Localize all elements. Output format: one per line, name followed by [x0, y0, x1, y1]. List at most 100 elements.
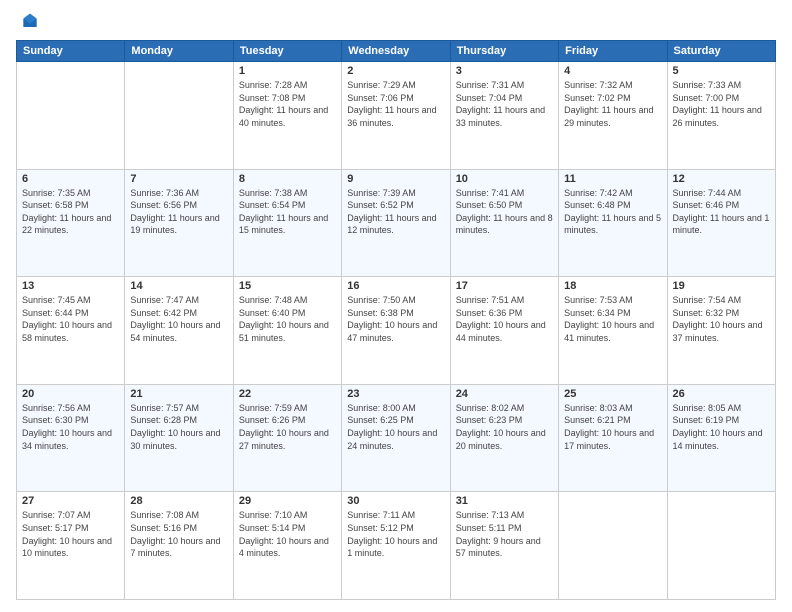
day-number: 29: [239, 495, 336, 507]
day-number: 6: [22, 173, 119, 185]
day-info: Sunrise: 7:31 AM Sunset: 7:04 PM Dayligh…: [456, 79, 553, 129]
day-info: Sunrise: 8:02 AM Sunset: 6:23 PM Dayligh…: [456, 402, 553, 452]
day-number: 14: [130, 280, 227, 292]
weekday-header: Wednesday: [342, 41, 450, 62]
weekday-header: Tuesday: [233, 41, 341, 62]
day-number: 18: [564, 280, 661, 292]
calendar-week-row: 1 Sunrise: 7:28 AM Sunset: 7:08 PM Daylig…: [17, 62, 776, 170]
calendar-week-row: 13 Sunrise: 7:45 AM Sunset: 6:44 PM Dayli…: [17, 277, 776, 385]
calendar-cell: [667, 492, 775, 600]
weekday-header: Monday: [125, 41, 233, 62]
calendar-cell: 25 Sunrise: 8:03 AM Sunset: 6:21 PM Dayli…: [559, 384, 667, 492]
day-info: Sunrise: 7:10 AM Sunset: 5:14 PM Dayligh…: [239, 509, 336, 559]
header: [16, 12, 776, 32]
logo: [16, 12, 42, 32]
calendar-week-row: 27 Sunrise: 7:07 AM Sunset: 5:17 PM Dayli…: [17, 492, 776, 600]
calendar-cell: 4 Sunrise: 7:32 AM Sunset: 7:02 PM Daylig…: [559, 62, 667, 170]
day-number: 30: [347, 495, 444, 507]
day-number: 13: [22, 280, 119, 292]
day-info: Sunrise: 7:28 AM Sunset: 7:08 PM Dayligh…: [239, 79, 336, 129]
day-number: 4: [564, 65, 661, 77]
day-info: Sunrise: 7:29 AM Sunset: 7:06 PM Dayligh…: [347, 79, 444, 129]
day-number: 7: [130, 173, 227, 185]
day-info: Sunrise: 7:48 AM Sunset: 6:40 PM Dayligh…: [239, 294, 336, 344]
day-number: 12: [673, 173, 770, 185]
day-number: 25: [564, 388, 661, 400]
day-info: Sunrise: 7:36 AM Sunset: 6:56 PM Dayligh…: [130, 187, 227, 237]
calendar-cell: [559, 492, 667, 600]
calendar-cell: 14Sunrise: 7:47 AM Sunset: 6:42 PM Dayli…: [125, 277, 233, 385]
day-info: Sunrise: 7:35 AM Sunset: 6:58 PM Dayligh…: [22, 187, 119, 237]
calendar-header-row: SundayMondayTuesdayWednesdayThursdayFrid…: [17, 41, 776, 62]
day-info: Sunrise: 7:38 AM Sunset: 6:54 PM Dayligh…: [239, 187, 336, 237]
calendar-cell: 19 Sunrise: 7:54 AM Sunset: 6:32 PM Dayli…: [667, 277, 775, 385]
day-number: 24: [456, 388, 553, 400]
weekday-header: Sunday: [17, 41, 125, 62]
day-number: 27: [22, 495, 119, 507]
calendar-cell: 30 Sunrise: 7:11 AM Sunset: 5:12 PM Dayli…: [342, 492, 450, 600]
day-info: Sunrise: 7:32 AM Sunset: 7:02 PM Dayligh…: [564, 79, 661, 129]
day-number: 31: [456, 495, 553, 507]
calendar-cell: 5Sunrise: 7:33 AM Sunset: 7:00 PM Daylig…: [667, 62, 775, 170]
calendar-cell: 1 Sunrise: 7:28 AM Sunset: 7:08 PM Daylig…: [233, 62, 341, 170]
calendar-table: SundayMondayTuesdayWednesdayThursdayFrid…: [16, 40, 776, 600]
weekday-header: Saturday: [667, 41, 775, 62]
calendar-week-row: 20 Sunrise: 7:56 AM Sunset: 6:30 PM Dayli…: [17, 384, 776, 492]
day-number: 1: [239, 65, 336, 77]
day-info: Sunrise: 8:03 AM Sunset: 6:21 PM Dayligh…: [564, 402, 661, 452]
calendar-cell: 6 Sunrise: 7:35 AM Sunset: 6:58 PM Daylig…: [17, 169, 125, 277]
calendar-cell: 21 Sunrise: 7:57 AM Sunset: 6:28 PM Dayli…: [125, 384, 233, 492]
day-number: 21: [130, 388, 227, 400]
day-number: 22: [239, 388, 336, 400]
calendar-cell: 10 Sunrise: 7:41 AM Sunset: 6:50 PM Dayli…: [450, 169, 558, 277]
day-info: Sunrise: 7:54 AM Sunset: 6:32 PM Dayligh…: [673, 294, 770, 344]
day-number: 19: [673, 280, 770, 292]
day-number: 20: [22, 388, 119, 400]
calendar-cell: 26Sunrise: 8:05 AM Sunset: 6:19 PM Dayli…: [667, 384, 775, 492]
day-info: Sunrise: 7:39 AM Sunset: 6:52 PM Dayligh…: [347, 187, 444, 237]
day-info: Sunrise: 7:13 AM Sunset: 5:11 PM Dayligh…: [456, 509, 553, 559]
calendar-cell: 31 Sunrise: 7:13 AM Sunset: 5:11 PM Dayli…: [450, 492, 558, 600]
day-info: Sunrise: 7:57 AM Sunset: 6:28 PM Dayligh…: [130, 402, 227, 452]
day-number: 16: [347, 280, 444, 292]
weekday-header: Friday: [559, 41, 667, 62]
calendar-cell: 20 Sunrise: 7:56 AM Sunset: 6:30 PM Dayli…: [17, 384, 125, 492]
day-number: 2: [347, 65, 444, 77]
calendar-cell: 27 Sunrise: 7:07 AM Sunset: 5:17 PM Dayli…: [17, 492, 125, 600]
calendar-cell: 17Sunrise: 7:51 AM Sunset: 6:36 PM Dayli…: [450, 277, 558, 385]
day-info: Sunrise: 7:51 AM Sunset: 6:36 PM Dayligh…: [456, 294, 553, 344]
calendar-cell: 18 Sunrise: 7:53 AM Sunset: 6:34 PM Dayli…: [559, 277, 667, 385]
calendar-cell: 11Sunrise: 7:42 AM Sunset: 6:48 PM Dayli…: [559, 169, 667, 277]
day-number: 28: [130, 495, 227, 507]
calendar-cell: 2 Sunrise: 7:29 AM Sunset: 7:06 PM Daylig…: [342, 62, 450, 170]
calendar-cell: [125, 62, 233, 170]
day-info: Sunrise: 7:42 AM Sunset: 6:48 PM Dayligh…: [564, 187, 661, 237]
calendar-cell: 29 Sunrise: 7:10 AM Sunset: 5:14 PM Dayli…: [233, 492, 341, 600]
calendar-cell: 24 Sunrise: 8:02 AM Sunset: 6:23 PM Dayli…: [450, 384, 558, 492]
day-number: 10: [456, 173, 553, 185]
calendar-cell: 8 Sunrise: 7:38 AM Sunset: 6:54 PM Daylig…: [233, 169, 341, 277]
logo-icon: [20, 12, 40, 32]
day-number: 8: [239, 173, 336, 185]
day-info: Sunrise: 7:11 AM Sunset: 5:12 PM Dayligh…: [347, 509, 444, 559]
day-info: Sunrise: 7:41 AM Sunset: 6:50 PM Dayligh…: [456, 187, 553, 237]
day-info: Sunrise: 8:05 AM Sunset: 6:19 PM Dayligh…: [673, 402, 770, 452]
day-info: Sunrise: 7:07 AM Sunset: 5:17 PM Dayligh…: [22, 509, 119, 559]
calendar-cell: 28 Sunrise: 7:08 AM Sunset: 5:16 PM Dayli…: [125, 492, 233, 600]
calendar-cell: 7 Sunrise: 7:36 AM Sunset: 6:56 PM Daylig…: [125, 169, 233, 277]
page: SundayMondayTuesdayWednesdayThursdayFrid…: [0, 0, 792, 612]
calendar-cell: 23Sunrise: 8:00 AM Sunset: 6:25 PM Dayli…: [342, 384, 450, 492]
day-number: 15: [239, 280, 336, 292]
day-info: Sunrise: 7:45 AM Sunset: 6:44 PM Dayligh…: [22, 294, 119, 344]
day-info: Sunrise: 7:59 AM Sunset: 6:26 PM Dayligh…: [239, 402, 336, 452]
day-number: 23: [347, 388, 444, 400]
day-info: Sunrise: 7:56 AM Sunset: 6:30 PM Dayligh…: [22, 402, 119, 452]
calendar-cell: 15 Sunrise: 7:48 AM Sunset: 6:40 PM Dayli…: [233, 277, 341, 385]
day-info: Sunrise: 7:08 AM Sunset: 5:16 PM Dayligh…: [130, 509, 227, 559]
day-info: Sunrise: 7:50 AM Sunset: 6:38 PM Dayligh…: [347, 294, 444, 344]
day-number: 3: [456, 65, 553, 77]
day-info: Sunrise: 7:44 AM Sunset: 6:46 PM Dayligh…: [673, 187, 770, 237]
calendar-cell: 12 Sunrise: 7:44 AM Sunset: 6:46 PM Dayli…: [667, 169, 775, 277]
calendar-cell: [17, 62, 125, 170]
day-info: Sunrise: 7:53 AM Sunset: 6:34 PM Dayligh…: [564, 294, 661, 344]
